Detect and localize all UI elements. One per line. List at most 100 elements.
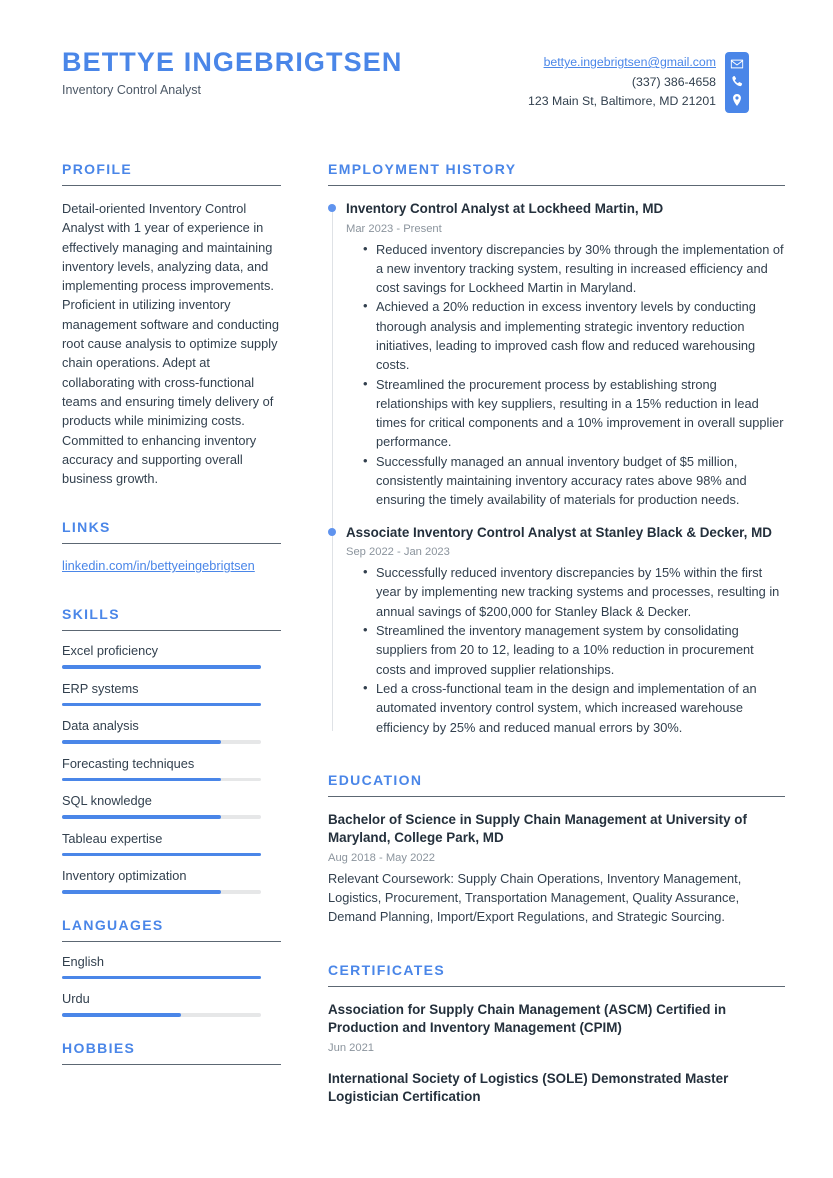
right-column: EMPLOYMENT HISTORY Inventory Control Ana… — [328, 160, 785, 1107]
languages-list: English Urdu — [62, 953, 281, 1017]
language-label: English — [62, 953, 104, 969]
employment-entry-date: Sep 2022 - Jan 2023 — [346, 546, 450, 559]
contact-email-link[interactable]: bettye.ingebrigtsen@gmail.com — [544, 55, 716, 69]
section-links: LINKS linkedin.com/in/bettyeingebrigtsen — [62, 518, 281, 575]
skill-item: SQL knowledge — [62, 792, 281, 819]
skill-level-track — [62, 852, 261, 857]
section-title-certificates: CERTIFICATES — [328, 961, 446, 978]
section-divider — [328, 795, 785, 797]
skill-label: Data analysis — [62, 718, 139, 734]
language-level-track — [62, 1013, 261, 1017]
employment-entry-date: Mar 2023 - Present — [346, 222, 442, 235]
language-level-fill — [62, 1013, 182, 1017]
skill-level-track — [62, 890, 261, 894]
employment-entry: Inventory Control Analyst at Lockheed Ma… — [328, 200, 785, 510]
certificate-entry: Association for Supply Chain Management … — [328, 1001, 785, 1056]
skill-item: Forecasting techniques — [62, 755, 281, 782]
skill-item: Excel proficiency — [62, 642, 281, 669]
skill-level-fill — [62, 740, 222, 744]
section-title-hobbies: HOBBIES — [62, 1039, 136, 1056]
skill-label: Inventory optimization — [62, 868, 187, 884]
section-divider — [62, 630, 281, 632]
employment-bullet-list: Successfully reduced inventory discrepan… — [346, 562, 785, 737]
phone-icon — [730, 75, 744, 89]
section-languages: LANGUAGES English Urdu — [62, 916, 281, 1017]
section-divider — [62, 940, 281, 942]
resume-page: BETTYE INGEBRIGTSEN Inventory Control An… — [0, 0, 833, 1178]
skill-label: Tableau expertise — [62, 830, 163, 846]
skill-level-fill — [62, 777, 222, 782]
skill-level-track — [62, 777, 261, 782]
skills-list: Excel proficiency ERP systems Data analysi… — [62, 642, 281, 894]
list-item: Successfully managed an annual inventory… — [363, 451, 785, 510]
location-pin-icon — [730, 93, 744, 107]
certificate-entry-title: Association for Supply Chain Management … — [328, 1001, 727, 1036]
section-divider — [62, 185, 281, 186]
skill-item: Tableau expertise — [62, 830, 281, 857]
section-title-employment: EMPLOYMENT HISTORY — [328, 161, 517, 177]
employment-entry-title: Inventory Control Analyst at Lockheed Ma… — [346, 201, 664, 216]
education-entry-title: Bachelor of Science in Supply Chain Mana… — [328, 811, 747, 846]
section-divider — [328, 985, 785, 987]
list-item: Achieved a 20% reduction in excess inven… — [363, 296, 785, 374]
education-entry-date: Aug 2018 - May 2022 — [328, 851, 435, 864]
language-item: Urdu — [62, 990, 281, 1017]
section-certificates: CERTIFICATES Association for Supply Chai… — [328, 961, 785, 1107]
envelope-icon — [730, 57, 744, 71]
skill-level-fill — [62, 890, 222, 894]
certificate-entry-date: Jun 2021 — [328, 1041, 375, 1054]
left-column: PROFILE Detail-oriented Inventory Contro… — [62, 160, 281, 1065]
section-divider — [328, 185, 785, 186]
skill-level-track — [62, 740, 261, 744]
section-divider — [62, 1063, 281, 1065]
skill-item: Inventory optimization — [62, 867, 281, 894]
list-item: Streamlined the inventory management sys… — [363, 620, 785, 679]
contact-lines: bettye.ingebrigtsen@gmail.com (337) 386-… — [528, 52, 725, 112]
list-item: Successfully reduced inventory discrepan… — [363, 562, 785, 621]
contact-icon-bar — [725, 52, 749, 113]
contact-phone: (337) 386-4658 — [631, 74, 716, 89]
section-title-profile: PROFILE — [62, 161, 133, 177]
skill-label: ERP systems — [62, 680, 139, 696]
skill-item: ERP systems — [62, 680, 281, 707]
section-skills: SKILLS Excel proficiency ERP systems Data … — [62, 605, 281, 894]
skill-item: Data analysis — [62, 717, 281, 744]
employment-bullet-list: Reduced inventory discrepancies by 30% t… — [346, 239, 785, 510]
resume-header: BETTYE INGEBRIGTSEN Inventory Control An… — [62, 46, 791, 126]
linkedin-link[interactable]: linkedin.com/in/bettyeingebrigtsen — [62, 558, 255, 573]
employment-entry: Associate Inventory Control Analyst at S… — [328, 524, 785, 737]
list-item: linkedin.com/in/bettyeingebrigtsen — [62, 556, 281, 575]
certificates-list: Association for Supply Chain Management … — [328, 1001, 785, 1107]
skill-label: Forecasting techniques — [62, 755, 195, 771]
skill-level-fill — [62, 665, 261, 669]
section-employment-history: EMPLOYMENT HISTORY Inventory Control Ana… — [328, 160, 785, 737]
section-divider — [62, 543, 281, 545]
skill-level-track — [62, 815, 261, 819]
certificate-entry: International Society of Logistics (SOLE… — [328, 1070, 785, 1107]
language-level-fill — [62, 975, 261, 980]
skill-level-fill — [62, 815, 222, 819]
section-education: EDUCATION Bachelor of Science in Supply … — [328, 771, 785, 927]
contact-email-row: bettye.ingebrigtsen@gmail.com — [528, 53, 716, 73]
skill-level-track — [62, 702, 261, 707]
certificate-entry-title: International Society of Logistics (SOLE… — [328, 1070, 729, 1105]
list-item: Reduced inventory discrepancies by 30% t… — [363, 239, 785, 298]
language-level-track — [62, 975, 261, 980]
section-title-education: EDUCATION — [328, 771, 423, 788]
section-profile: PROFILE Detail-oriented Inventory Contro… — [62, 160, 281, 488]
skill-label: Excel proficiency — [62, 643, 159, 659]
list-item: Led a cross-functional team in the desig… — [363, 678, 785, 737]
section-title-languages: LANGUAGES — [62, 916, 164, 933]
employment-entry-title: Associate Inventory Control Analyst at S… — [346, 524, 772, 540]
timeline-dot-icon — [328, 204, 336, 212]
education-entry-body: Relevant Coursework: Supply Chain Operat… — [328, 870, 742, 925]
section-title-skills: SKILLS — [62, 606, 120, 623]
education-entry: Bachelor of Science in Supply Chain Mana… — [328, 811, 785, 927]
section-hobbies: HOBBIES — [62, 1039, 281, 1065]
